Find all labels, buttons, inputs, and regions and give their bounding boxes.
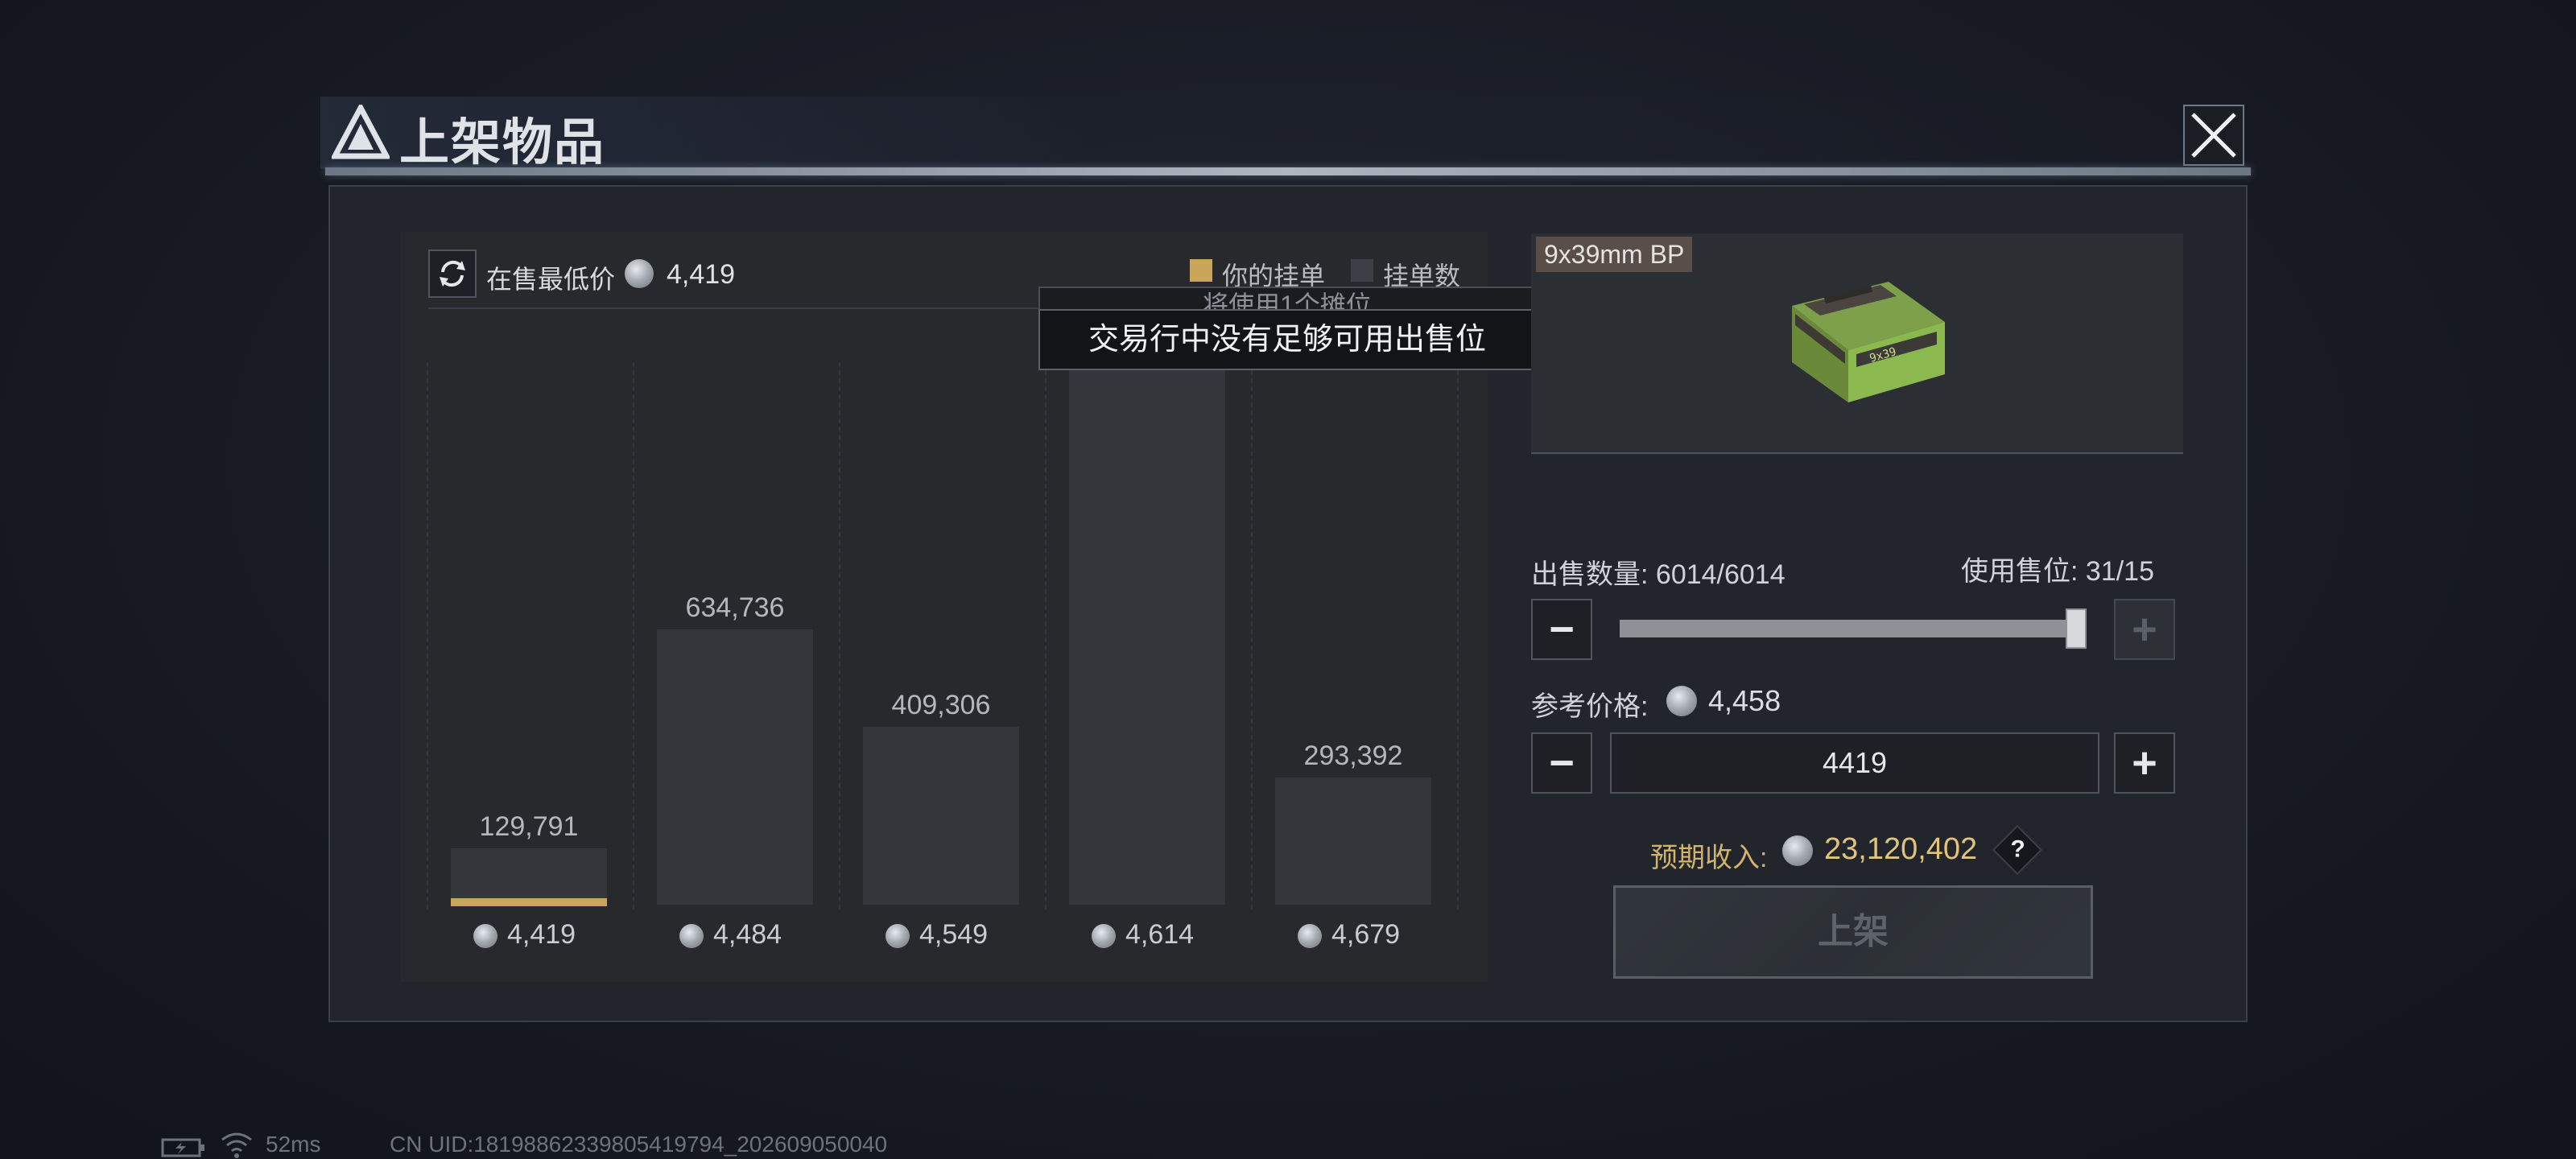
bar-value-label: 129,791 bbox=[479, 811, 579, 842]
expected-income-value: 23,120,402 bbox=[1824, 832, 1978, 866]
sell-quantity-value: 6014/6014 bbox=[1655, 559, 1785, 590]
minus-icon: − bbox=[1549, 739, 1575, 787]
quantity-slider-handle[interactable] bbox=[2066, 608, 2087, 649]
your-listing-marker bbox=[451, 898, 607, 906]
minus-icon: − bbox=[1549, 605, 1575, 654]
price-minus-button[interactable]: − bbox=[1531, 732, 1592, 794]
slots-used-label: 使用售位: bbox=[1961, 556, 2086, 587]
chart-bar[interactable] bbox=[657, 629, 813, 905]
item-name-badge: 9x39mm BP bbox=[1536, 237, 1693, 272]
plus-icon: + bbox=[2132, 739, 2157, 787]
gridline bbox=[1045, 362, 1046, 909]
coin-icon bbox=[1782, 835, 1813, 866]
quantity-plus-button[interactable]: + bbox=[2114, 599, 2175, 660]
slots-used: 使用售位: 31/15 bbox=[1961, 549, 2154, 588]
chart-bar[interactable] bbox=[1069, 369, 1225, 905]
sell-quantity: 出售数量: 6014/6014 bbox=[1531, 552, 1785, 592]
gridline bbox=[839, 362, 840, 909]
sell-quantity-label: 出售数量: bbox=[1531, 559, 1656, 590]
wifi-icon bbox=[221, 1132, 252, 1158]
plus-icon: + bbox=[2132, 605, 2157, 654]
triangle-logo-icon bbox=[332, 105, 390, 159]
coin-icon bbox=[1298, 924, 1322, 948]
gridline bbox=[1251, 362, 1253, 909]
gridline bbox=[1457, 362, 1459, 909]
no-slots-tooltip: 交易行中没有足够可用出售位 bbox=[1038, 309, 1536, 370]
price-plus-button[interactable]: + bbox=[2114, 732, 2175, 794]
chart-bar[interactable] bbox=[451, 848, 607, 905]
chart-bar[interactable] bbox=[1275, 777, 1431, 905]
reference-price-value: 4,458 bbox=[1708, 684, 1781, 717]
legend-count-swatch bbox=[1351, 259, 1373, 282]
coin-icon bbox=[473, 924, 497, 948]
ammo-box-image: 9x39 bbox=[1792, 282, 1945, 402]
question-icon: ? bbox=[2010, 835, 2025, 863]
slots-used-value: 31/15 bbox=[2085, 556, 2154, 587]
close-button[interactable] bbox=[2183, 105, 2244, 166]
coin-icon bbox=[625, 259, 654, 288]
coin-icon bbox=[1092, 924, 1116, 948]
gridline bbox=[633, 362, 634, 909]
legend-yours-swatch bbox=[1190, 259, 1212, 282]
price-tick-label: 4,419 bbox=[507, 919, 576, 950]
quantity-minus-button[interactable]: − bbox=[1531, 599, 1592, 660]
gridline bbox=[427, 362, 428, 909]
close-icon bbox=[2191, 113, 2236, 158]
coin-icon bbox=[679, 924, 704, 948]
ping-text: 52ms bbox=[266, 1132, 321, 1157]
quantity-slider-track[interactable] bbox=[1620, 620, 2079, 637]
bar-value-label: 293,392 bbox=[1303, 740, 1403, 771]
price-tick-label: 4,549 bbox=[919, 919, 989, 950]
lowest-price-value: 4,419 bbox=[667, 259, 736, 290]
price-tick-label: 4,484 bbox=[713, 919, 782, 950]
coin-icon bbox=[886, 924, 910, 948]
header-divider bbox=[325, 167, 2251, 175]
lowest-price-label: 在售最低价 bbox=[486, 265, 616, 294]
reference-price-label: 参考价格: bbox=[1531, 691, 1649, 722]
refresh-button[interactable] bbox=[428, 250, 477, 298]
price-input[interactable] bbox=[1610, 732, 2099, 794]
refresh-icon bbox=[440, 260, 465, 287]
battery-icon bbox=[161, 1138, 204, 1157]
uid-text: CN UID:18198862339805419794_202609050040 bbox=[390, 1132, 888, 1157]
list-item-button[interactable]: 上架 bbox=[1613, 885, 2093, 979]
bar-value-label: 409,306 bbox=[891, 690, 991, 720]
coin-icon bbox=[1666, 686, 1697, 716]
dialog-title: 上架物品 bbox=[399, 115, 606, 171]
chart-bar[interactable] bbox=[863, 727, 1019, 905]
bar-value-label: 634,736 bbox=[685, 592, 785, 623]
price-tick-label: 4,614 bbox=[1125, 919, 1195, 950]
expected-income-label: 预期收入: bbox=[1650, 843, 1768, 873]
price-tick-label: 4,679 bbox=[1331, 919, 1401, 950]
dialog-header bbox=[320, 97, 2256, 169]
